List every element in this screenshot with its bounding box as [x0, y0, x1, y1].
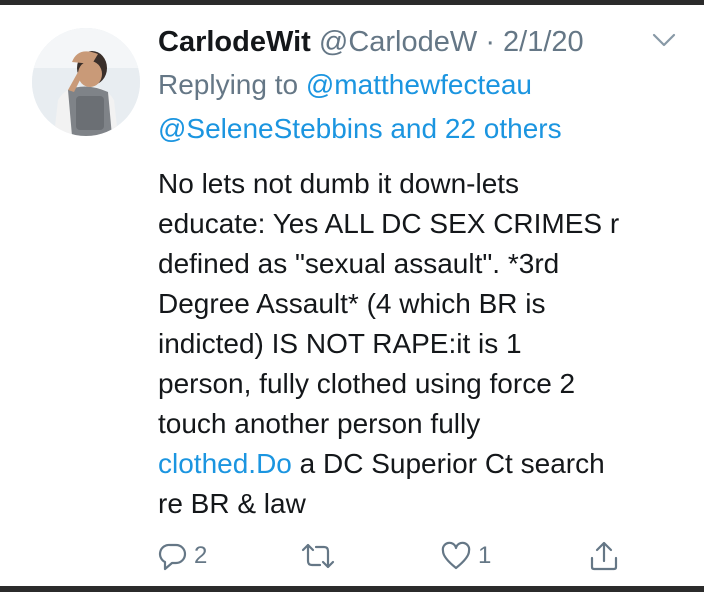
- retweet-button[interactable]: [300, 536, 342, 576]
- avatar[interactable]: [32, 28, 140, 136]
- tweet-text-line: clothed.Do a DC Superior Ct search: [158, 444, 698, 484]
- replying-prefix: Replying to: [158, 69, 299, 100]
- others-link[interactable]: 22 others: [445, 113, 562, 144]
- like-count: 1: [478, 542, 492, 569]
- tweet-text-line: re BR & law: [158, 488, 306, 519]
- tweet-text-line: Degree Assault* (4 which BR is: [158, 288, 546, 319]
- reply-icon: [158, 543, 187, 571]
- share-icon: [590, 541, 618, 571]
- tweet-date[interactable]: 2/1/20: [503, 26, 584, 58]
- inline-link[interactable]: clothed.Do: [158, 448, 292, 479]
- tweet-text-line: defined as "sexual assault". *3rd: [158, 248, 560, 279]
- replying-to-more: @SeleneStebbins and 22 others: [158, 112, 562, 146]
- profile-photo: [32, 28, 140, 136]
- top-border: [0, 0, 704, 5]
- tweet-header: CarlodeWit @CarlodeW · 2/1/20: [158, 24, 584, 60]
- bottom-border: [0, 586, 704, 592]
- tweet-text-line: educate: Yes ALL DC SEX CRIMES r: [158, 208, 620, 239]
- retweet-icon: [301, 543, 335, 569]
- action-bar: 2 1: [158, 536, 638, 576]
- tweet-text-line: indicted) IS NOT RAPE:it is 1: [158, 328, 522, 359]
- tweet-text-line: No lets not dumb it down-lets: [158, 168, 520, 199]
- user-handle[interactable]: @CarlodeW: [319, 26, 477, 58]
- replying-to: Replying to @matthewfecteau: [158, 68, 532, 102]
- tweet-text: No lets not dumb it down-lets educate: Y…: [158, 164, 698, 524]
- like-button[interactable]: 1: [440, 536, 491, 576]
- display-name[interactable]: CarlodeWit: [158, 26, 311, 58]
- mention-link[interactable]: @matthewfecteau: [306, 69, 532, 100]
- reply-button[interactable]: 2: [158, 536, 207, 576]
- reply-count: 2: [194, 542, 208, 569]
- separator: ·: [485, 26, 495, 58]
- chevron-down-icon[interactable]: [650, 30, 678, 50]
- tweet-text-line: touch another person fully: [158, 408, 481, 439]
- tweet-text-fragment: a DC Superior Ct search: [291, 448, 605, 479]
- share-button[interactable]: [588, 536, 620, 576]
- replying-and[interactable]: and: [390, 113, 437, 144]
- heart-icon: [441, 541, 471, 570]
- mention-link[interactable]: @SeleneStebbins: [158, 113, 383, 144]
- tweet-text-line: person, fully clothed using force 2: [158, 368, 576, 399]
